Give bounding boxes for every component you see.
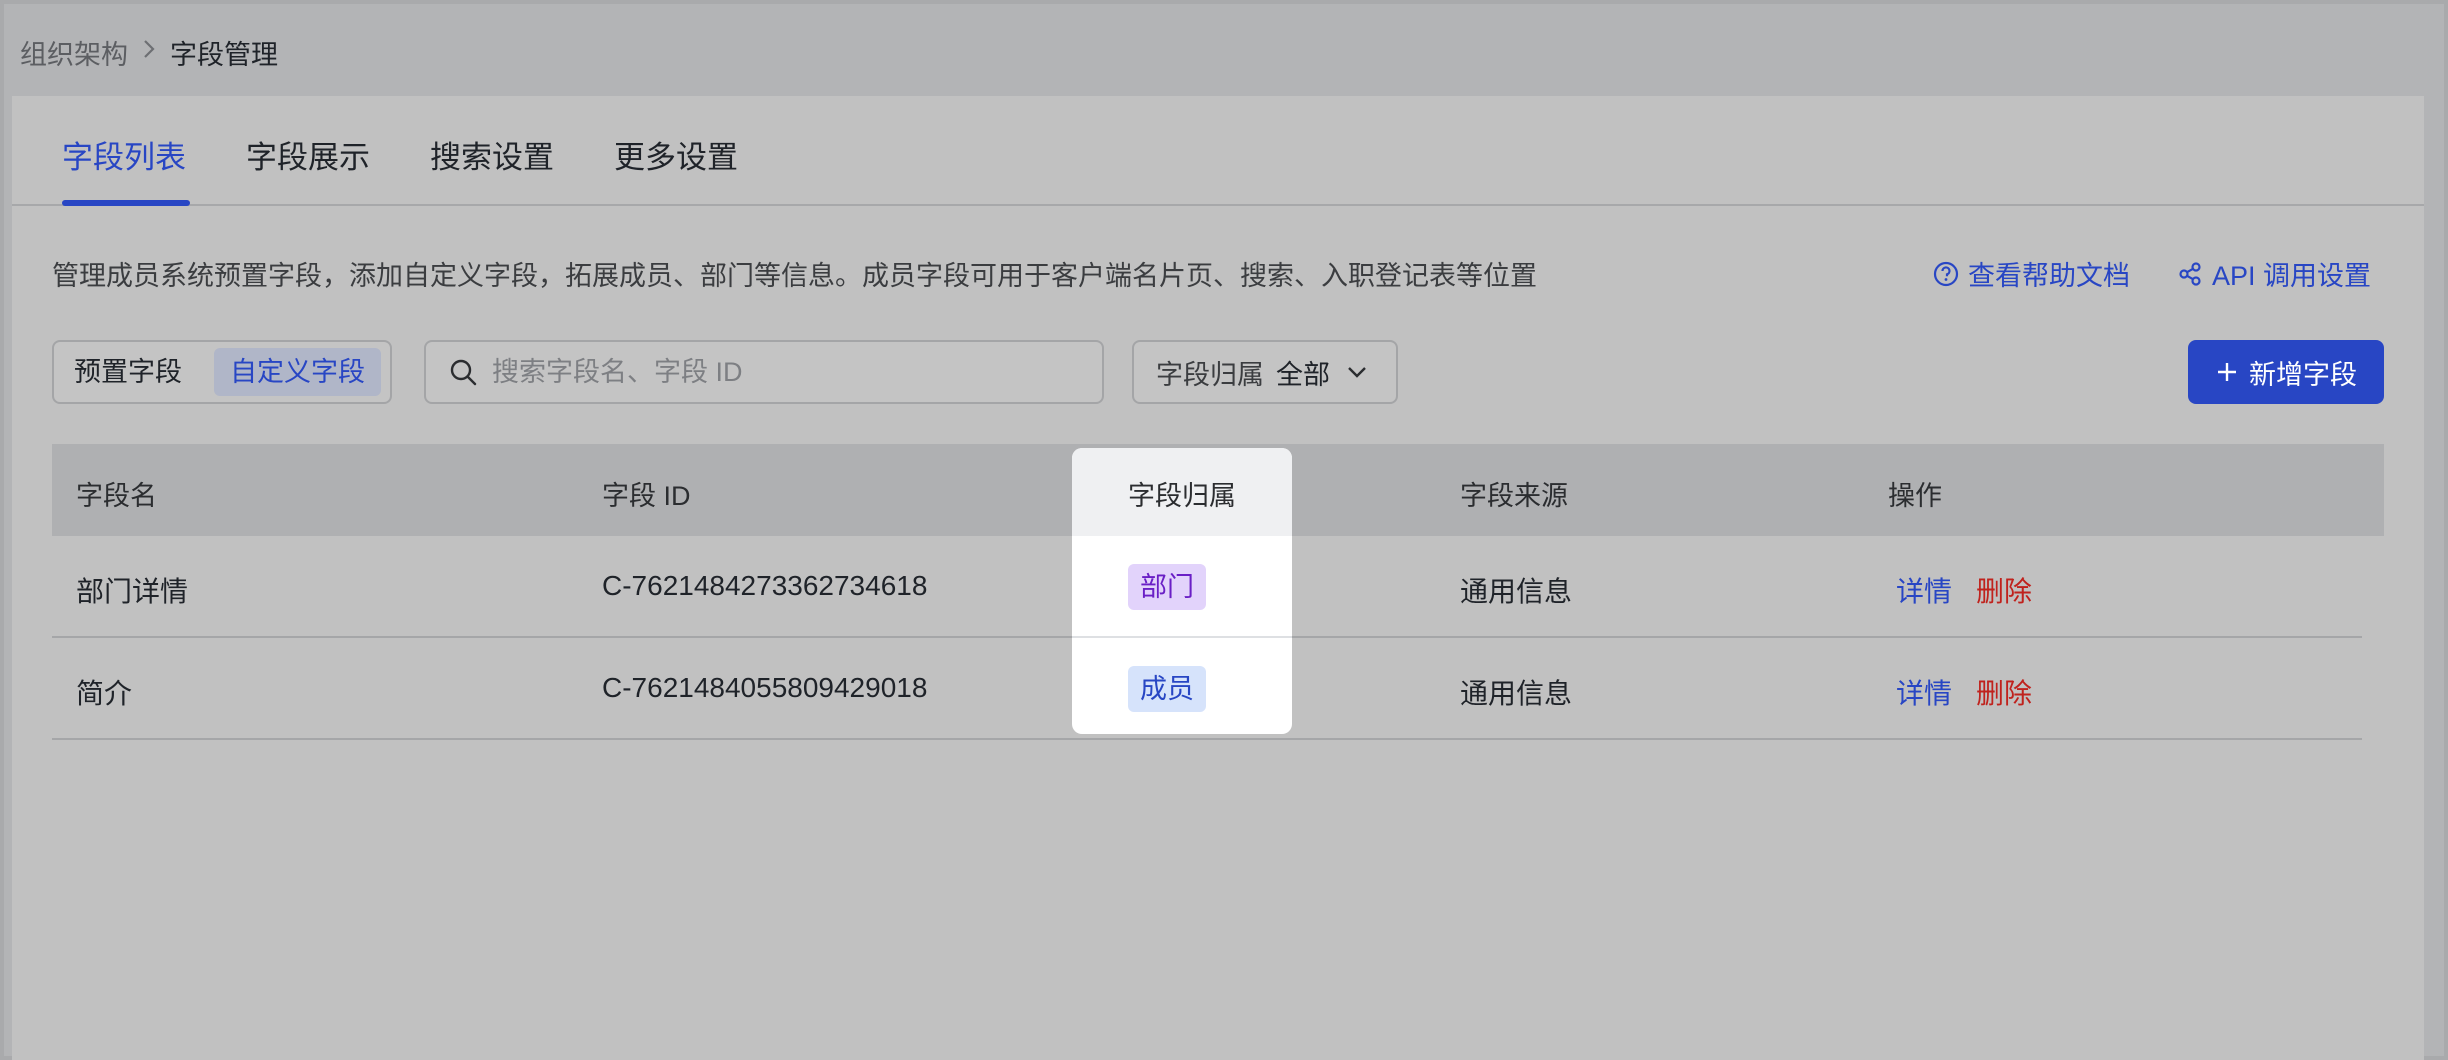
search-icon [450,359,477,386]
column-header-belong: 字段归属 [1128,481,1236,511]
field-type-segmented-control: 预置字段 自定义字段 [52,340,392,404]
tab-more-settings[interactable]: 更多设置 [614,132,738,177]
delete-link[interactable]: 删除 [1976,672,2032,712]
row-divider [1072,636,1292,638]
tab-field-list[interactable]: 字段列表 [62,132,186,177]
segment-preset-fields[interactable]: 预置字段 [74,348,182,396]
help-doc-label: 查看帮助文档 [1968,261,2130,291]
cell-field-id: C-7621484055809429018 [602,672,928,703]
share-icon [2179,261,2201,286]
field-belong-filter[interactable]: 字段归属 全部 [1132,340,1398,404]
belong-tag-member: 成员 [1128,666,1206,712]
column-header-id: 字段 ID [602,481,691,511]
active-tab-indicator [62,200,190,206]
search-input[interactable] [492,356,1052,388]
cell-source: 通用信息 [1460,576,1573,607]
cell-field-id: C-7621484273362734618 [602,570,928,601]
detail-link[interactable]: 详情 [1896,672,1952,712]
filter-value: 全部 [1276,359,1330,390]
delete-link[interactable]: 删除 [1976,570,2032,610]
breadcrumb-current: 字段管理 [170,39,278,70]
chevron-right-icon [142,38,156,67]
column-header-actions: 操作 [1888,481,1942,511]
highlighted-belong-column: 字段归属 部门 成员 [1072,448,1292,734]
chevron-down-icon [1348,367,1366,378]
page-description: 管理成员系统预置字段，添加自定义字段，拓展成员、部门等信息。成员字段可用于客户端… [52,261,1537,291]
api-settings-link[interactable]: API 调用设置 [2176,254,2371,293]
segment-custom-fields[interactable]: 自定义字段 [214,348,381,396]
question-circle-icon [1933,261,1959,286]
cell-source: 通用信息 [1460,678,1573,709]
plus-icon [2218,363,2236,381]
api-settings-label: API 调用设置 [2212,261,2372,291]
add-field-button[interactable]: 新增字段 [2188,340,2384,404]
filter-label: 字段归属 [1156,359,1264,390]
tab-search-settings[interactable]: 搜索设置 [430,132,554,177]
cell-field-name: 部门详情 [76,576,189,607]
cell-field-name: 简介 [76,678,133,709]
help-doc-link[interactable]: 查看帮助文档 [1932,254,2130,293]
belong-tag-department: 部门 [1128,564,1206,610]
column-header-name: 字段名 [76,481,157,511]
add-field-label: 新增字段 [2249,359,2357,390]
breadcrumb-parent[interactable]: 组织架构 [20,33,128,72]
breadcrumb: 组织架构 字段管理 [20,30,278,74]
column-header-source: 字段来源 [1460,481,1568,511]
search-box [424,340,1104,404]
detail-link[interactable]: 详情 [1896,570,1952,610]
tab-bar: 字段列表 字段展示 搜索设置 更多设置 [12,96,2424,206]
tab-field-display[interactable]: 字段展示 [246,132,370,177]
